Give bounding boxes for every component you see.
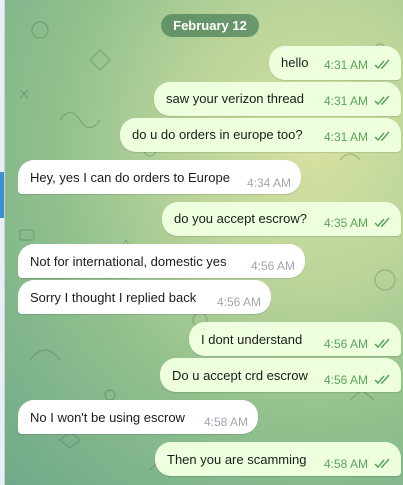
double-check-icon [374,59,390,70]
message-outgoing[interactable]: Do u accept crd escrow 4:56 AM [160,358,401,392]
message-text: do u do orders in europe too? [132,127,303,142]
double-check-icon [374,131,390,142]
message-text: Sorry I thought I replied back [30,290,197,305]
double-check-icon [374,338,390,349]
message-time: 4:58 AM [323,457,368,471]
active-chat-indicator [0,172,4,218]
message-outgoing[interactable]: saw your verizon thread 4:31 AM [154,82,401,116]
message-time: 4:56 AM [216,295,261,309]
message-text: saw your verizon thread [166,91,305,106]
message-time: 4:34 AM [246,176,291,190]
message-outgoing[interactable]: do u do orders in europe too? 4:31 AM [120,118,401,152]
message-time: 4:35 AM [323,216,368,230]
double-check-icon [374,374,390,385]
message-time: 4:56 AM [323,337,368,351]
double-check-icon [374,217,390,228]
message-time: 4:31 AM [323,58,368,72]
message-incoming[interactable]: No I won't be using escrow 4:58 AM [18,400,258,434]
message-time: 4:56 AM [323,373,368,387]
sidebar-edge [0,0,5,485]
message-incoming[interactable]: Sorry I thought I replied back 4:56 AM [18,280,271,314]
double-check-icon [374,95,390,106]
double-check-icon [374,458,390,469]
message-outgoing[interactable]: do you accept escrow? 4:35 AM [162,202,401,236]
message-text: hello [281,55,309,70]
date-separator: February 12 [161,14,259,37]
message-outgoing[interactable]: Then you are scamming 4:58 AM [155,442,401,476]
message-incoming[interactable]: Not for international, domestic yes 4:56… [18,244,305,278]
message-text: Then you are scamming [167,452,307,467]
message-text: Do u accept crd escrow [172,368,308,383]
message-text: Hey, yes I can do orders to Europe [30,170,230,185]
message-text: No I won't be using escrow [30,410,185,425]
message-time: 4:31 AM [323,130,368,144]
message-text: do you accept escrow? [174,211,307,226]
message-time: 4:31 AM [323,94,368,108]
message-incoming[interactable]: Hey, yes I can do orders to Europe 4:34 … [18,160,301,194]
message-text: I dont understand [201,332,303,347]
message-outgoing[interactable]: I dont understand 4:56 AM [189,322,401,356]
message-time: 4:56 AM [250,259,295,273]
message-time: 4:58 AM [203,415,248,429]
message-text: Not for international, domestic yes [30,254,227,269]
message-outgoing[interactable]: hello 4:31 AM [269,46,401,80]
